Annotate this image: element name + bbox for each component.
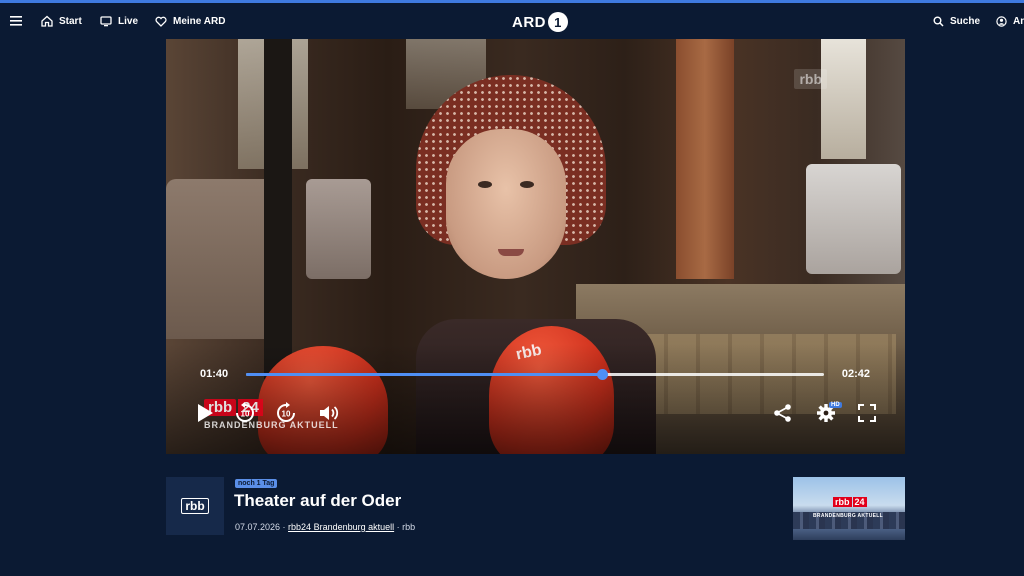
user-icon bbox=[996, 15, 1007, 27]
share-icon bbox=[774, 404, 791, 422]
channel-logo[interactable]: rbb bbox=[166, 477, 224, 535]
top-navigation: Start Live Meine ARD ARD 1 Suche An bbox=[0, 3, 1024, 39]
share-button[interactable] bbox=[771, 401, 795, 425]
fullscreen-button[interactable] bbox=[855, 401, 879, 425]
meta-separator: · bbox=[280, 522, 289, 532]
video-frame-chair bbox=[166, 179, 276, 339]
video-title: Theater auf der Oder bbox=[234, 491, 402, 510]
thumbnail-logo-number: 24 bbox=[852, 497, 867, 507]
heart-icon bbox=[155, 16, 167, 27]
profile-label: An bbox=[1013, 15, 1024, 27]
fullscreen-icon bbox=[858, 404, 876, 422]
nav-start-label: Start bbox=[59, 15, 82, 27]
show-link[interactable]: rbb24 Brandenburg aktuell bbox=[288, 522, 394, 532]
tv-icon bbox=[100, 15, 112, 26]
person-eye bbox=[478, 181, 492, 188]
nav-meine-ard-label: Meine ARD bbox=[173, 15, 226, 27]
thumbnail-logo: rbb 24 bbox=[833, 497, 867, 507]
ard-logo-mark: 1 bbox=[548, 12, 568, 32]
channel-name: rbb bbox=[402, 522, 416, 532]
skip-forward-label: 10 bbox=[282, 410, 291, 419]
show-thumbnail[interactable]: rbb 24 BRANDENBURG AKTUELL bbox=[793, 477, 905, 540]
play-icon bbox=[198, 404, 213, 422]
duration: 02:42 bbox=[841, 368, 870, 380]
thumbnail-water bbox=[793, 529, 905, 540]
menu-button[interactable] bbox=[10, 3, 22, 39]
video-player[interactable]: rbb rbb rbb 24 BRANDENBURG AKTUELL 01:40… bbox=[166, 39, 905, 454]
progress-fill bbox=[246, 373, 603, 376]
search-icon bbox=[933, 16, 944, 27]
nav-live[interactable]: Live bbox=[100, 3, 138, 39]
ard-logo[interactable]: ARD 1 bbox=[512, 11, 568, 33]
search-label: Suche bbox=[950, 15, 981, 27]
video-date: 07.07.2026 bbox=[235, 522, 281, 532]
skip-back-label: 10 bbox=[241, 410, 250, 419]
rewind-10-icon: 10 bbox=[236, 402, 254, 422]
skip-back-button[interactable]: 10 bbox=[233, 401, 257, 425]
profile-button[interactable]: An bbox=[996, 3, 1024, 39]
video-frame-pillar bbox=[676, 39, 734, 279]
channel-watermark: rbb bbox=[794, 69, 827, 89]
nav-meine-ard[interactable]: Meine ARD bbox=[155, 3, 225, 39]
hd-badge: HD bbox=[829, 402, 842, 408]
skip-forward-button[interactable]: 10 bbox=[274, 401, 298, 425]
speaker-icon bbox=[320, 406, 339, 420]
video-meta: 07.07.2026 · rbb24 Brandenburg aktuell ·… bbox=[235, 522, 415, 532]
nav-live-label: Live bbox=[118, 15, 139, 27]
thumbnail-caption: BRANDENBURG AKTUELL bbox=[813, 513, 883, 519]
play-button[interactable] bbox=[193, 401, 217, 425]
ard-logo-text: ARD bbox=[512, 13, 546, 31]
current-time: 01:40 bbox=[200, 368, 229, 380]
video-frame-pillar bbox=[264, 39, 292, 379]
forward-10-icon: 10 bbox=[277, 402, 295, 422]
video-frame-chair bbox=[806, 164, 901, 274]
video-frame-window bbox=[821, 39, 866, 159]
thumbnail-logo-rbb: rbb bbox=[833, 497, 852, 507]
person-face bbox=[446, 129, 566, 279]
home-icon bbox=[41, 15, 53, 27]
person-mouth bbox=[498, 249, 524, 256]
progress-bar[interactable] bbox=[246, 369, 824, 380]
meta-separator: · bbox=[394, 522, 403, 532]
video-frame-chair bbox=[306, 179, 371, 279]
person-eye bbox=[520, 181, 534, 188]
volume-button[interactable] bbox=[317, 401, 341, 425]
nav-start[interactable]: Start bbox=[41, 3, 82, 39]
menu-icon bbox=[10, 16, 22, 26]
availability-badge: noch 1 Tag bbox=[235, 479, 278, 488]
channel-logo-text: rbb bbox=[181, 498, 209, 514]
search-button[interactable]: Suche bbox=[933, 3, 980, 39]
